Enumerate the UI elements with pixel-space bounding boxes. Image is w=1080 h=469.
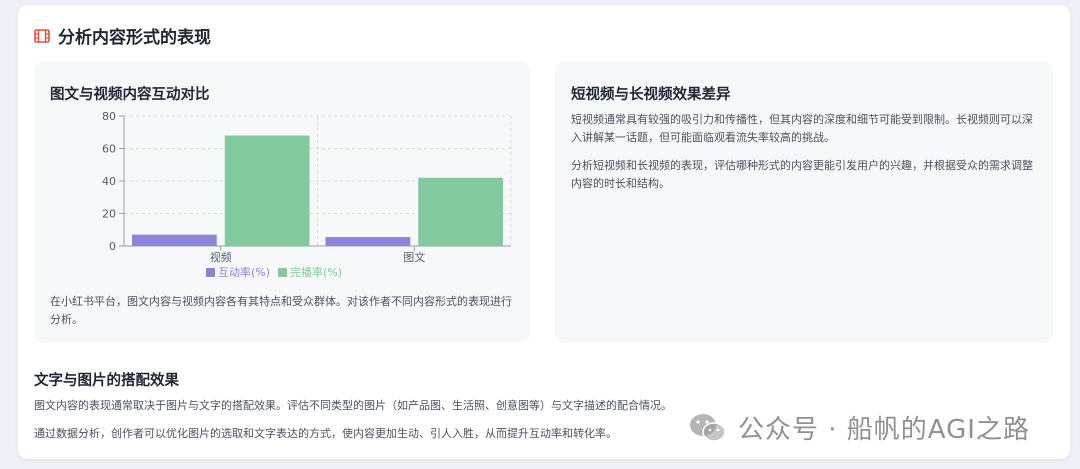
video-length-paragraph-2: 分析短视频和长视频的表现，评估哪种形式的内容更能引发用户的兴趣，并根据受众的需求… [571, 159, 1033, 190]
chart-description: 在小红书平台，图文内容与视频内容各有其特点和受众群体。对该作者不同内容形式的表现… [50, 295, 512, 326]
content-card: 分析内容形式的表现 图文与视频内容互动对比 0 20 40 60 80 视频 图文 互动率(%… [18, 5, 1070, 459]
video-length-paragraph-1: 短视频通常具有较强的吸引力和传播性，但其内容的深度和细节可能受到限制。长视频则可… [571, 113, 1033, 144]
y-tick-label: 20 [102, 208, 116, 221]
section-title: 分析内容形式的表现 [58, 28, 211, 48]
video-length-title: 短视频与长视频效果差异 [571, 87, 731, 103]
bar-completion-1 [418, 177, 503, 246]
section-header: 分析内容形式的表现 [34, 23, 211, 48]
legend-label: 完播率(%) [290, 265, 342, 279]
video-length-panel: 短视频与长视频效果差异 短视频通常具有较强的吸引力和传播性，但其内容的深度和细节… [555, 61, 1053, 343]
x-tick-label: 图文 [403, 250, 425, 264]
wechat-icon [690, 413, 726, 442]
watermark: 公众号 · 船帆的AGI之路 [688, 409, 1030, 446]
legend-label: 互动率(%) [218, 265, 270, 279]
bar-chart: 0 20 40 60 80 视频 图文互动率(%) 完播率(%) [102, 110, 512, 279]
x-tick-label: 视频 [210, 250, 232, 264]
y-tick-label: 40 [102, 175, 116, 188]
y-tick-label: 0 [109, 240, 116, 253]
y-tick-label: 80 [102, 110, 116, 123]
text-image-title: 文字与图片的搭配效果 [34, 373, 179, 389]
film-icon [34, 28, 50, 43]
bar-interaction-1 [325, 237, 411, 246]
watermark-text: 公众号 · 船帆的AGI之路 [738, 415, 1030, 445]
text-image-paragraph-1: 图文内容的表现通常取决于图片与文字的搭配效果。评估不同类型的图片（如产品图、生活… [34, 399, 672, 412]
legend-swatch [206, 268, 215, 277]
y-tick-label: 60 [102, 143, 116, 156]
text-image-paragraph-2: 通过数据分析，创作者可以优化图片的选取和文字表达的方式，使内容更加生动、引人入胜… [34, 427, 617, 440]
bar-interaction-0 [132, 234, 217, 246]
chart-panel: 图文与视频内容互动对比 0 20 40 60 80 视频 图文 互动率(%) 完播率(%) 在小… [34, 61, 530, 343]
bar-completion-0 [224, 135, 310, 246]
legend-swatch [278, 268, 287, 277]
